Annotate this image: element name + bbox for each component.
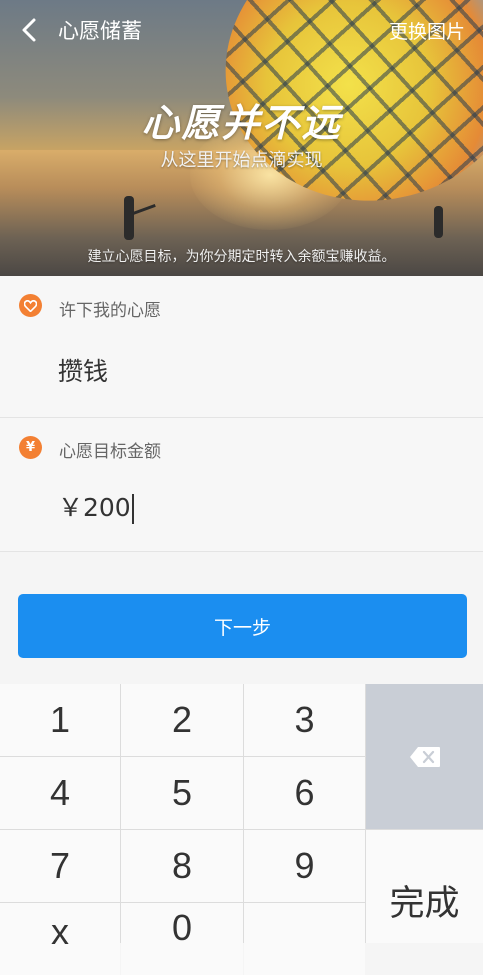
heart-icon xyxy=(19,294,42,317)
numeric-keypad: 1 2 3 4 5 6 7 8 9 x 0 完成 xyxy=(0,684,483,975)
banner-subtitle: 从这里开始点滴实现 xyxy=(160,150,323,171)
page-title: 心愿储蓄 xyxy=(58,19,142,43)
person-silhouette xyxy=(434,206,443,238)
key-0[interactable]: 0 xyxy=(121,903,243,975)
done-key[interactable]: 完成 xyxy=(366,830,483,943)
banner-note: 建立心愿目标，为你分期定时转入余额宝赚收益。 xyxy=(87,249,396,265)
key-1[interactable]: 1 xyxy=(0,684,120,756)
key-9[interactable]: 9 xyxy=(244,830,365,902)
key-5[interactable]: 5 xyxy=(121,757,243,829)
change-image-button[interactable]: 更换图片 xyxy=(389,17,465,44)
amount-value: ￥200 xyxy=(58,493,131,522)
wish-input[interactable]: 攒钱 xyxy=(58,352,108,388)
wish-label: 许下我的心愿 xyxy=(59,301,161,321)
amount-section[interactable]: ¥ 心愿目标金额 ￥200 xyxy=(0,418,483,552)
chevron-left-icon xyxy=(22,18,36,42)
banner-slogan: 心愿并不远 xyxy=(141,100,342,145)
key-x[interactable]: x xyxy=(0,903,120,975)
key-7[interactable]: 7 xyxy=(0,830,120,902)
key-4[interactable]: 4 xyxy=(0,757,120,829)
yen-icon: ¥ xyxy=(19,436,42,459)
person-silhouette xyxy=(124,196,134,240)
text-caret xyxy=(131,494,134,524)
key-6[interactable]: 6 xyxy=(244,757,365,829)
back-button[interactable] xyxy=(14,14,44,46)
amount-input[interactable]: ￥200 xyxy=(58,488,134,524)
key-3[interactable]: 3 xyxy=(244,684,365,756)
next-step-button[interactable]: 下一步 xyxy=(18,594,467,658)
wish-section[interactable]: 许下我的心愿 攒钱 xyxy=(0,276,483,418)
amount-label: 心愿目标金额 xyxy=(59,442,161,462)
backspace-icon xyxy=(409,746,440,767)
key-8[interactable]: 8 xyxy=(121,830,243,902)
header-banner: 心愿储蓄 更换图片 心愿并不远 从这里开始点滴实现 建立心愿目标，为你分期定时转… xyxy=(0,0,483,276)
key-2[interactable]: 2 xyxy=(121,684,243,756)
key-blank xyxy=(244,903,365,975)
delete-key[interactable] xyxy=(366,684,483,829)
